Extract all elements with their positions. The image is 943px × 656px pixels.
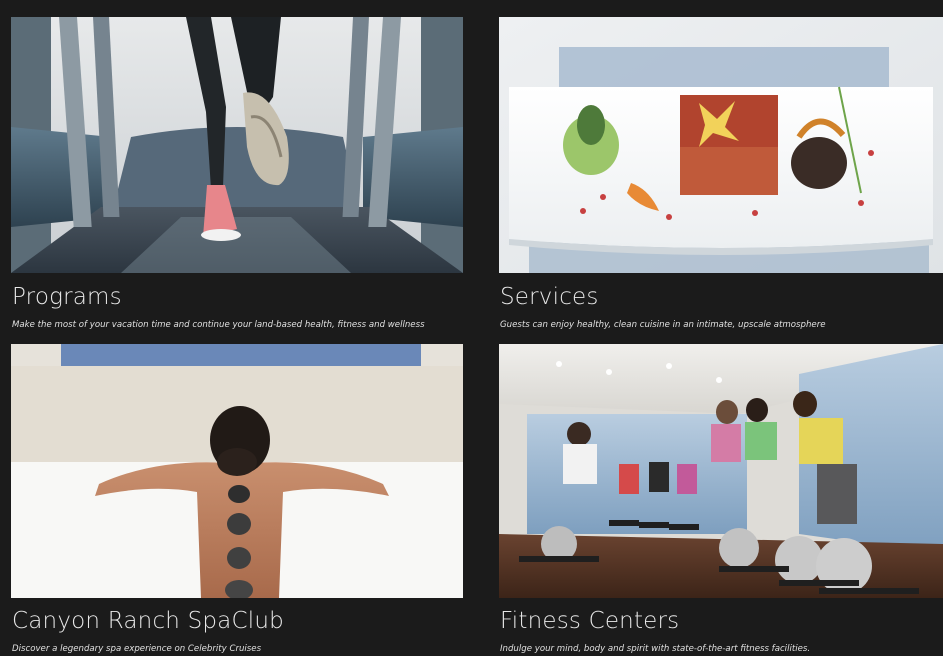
feature-grid: Programs Make the most of your vacation …: [0, 0, 943, 656]
card-services[interactable]: Services Guests can enjoy healthy, clean…: [499, 17, 943, 335]
card-title[interactable]: Services: [500, 284, 599, 310]
plated-cuisine-photo[interactable]: [499, 17, 943, 273]
spin-class-photo[interactable]: [499, 344, 943, 598]
card-description: Guests can enjoy healthy, clean cuisine …: [500, 320, 826, 330]
card-description: Discover a legendary spa experience on C…: [12, 644, 262, 654]
card-canyon-ranch-spaclub[interactable]: Canyon Ranch SpaClub Discover a legendar…: [11, 344, 463, 656]
hot-stone-massage-photo[interactable]: [11, 344, 463, 598]
card-title[interactable]: Canyon Ranch SpaClub: [12, 608, 284, 634]
card-title[interactable]: Programs: [12, 284, 122, 310]
card-title[interactable]: Fitness Centers: [500, 608, 679, 634]
card-programs[interactable]: Programs Make the most of your vacation …: [11, 17, 463, 335]
card-description: Indulge your mind, body and spirit with …: [500, 644, 811, 654]
treadmill-runner-photo[interactable]: [11, 17, 463, 273]
card-fitness-centers[interactable]: Fitness Centers Indulge your mind, body …: [499, 344, 943, 656]
card-description: Make the most of your vacation time and …: [12, 320, 425, 330]
